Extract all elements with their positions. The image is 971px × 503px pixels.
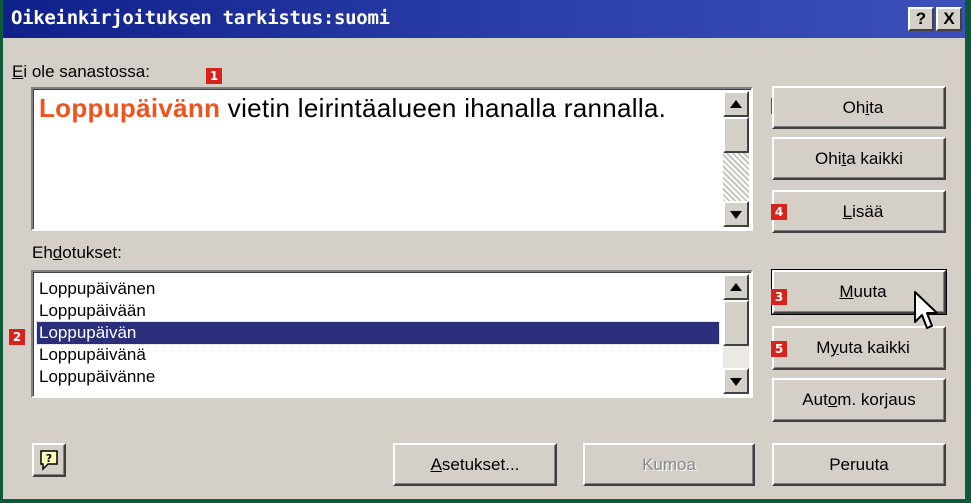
help-balloon-icon: ? bbox=[40, 450, 58, 471]
scroll-thumb[interactable] bbox=[723, 117, 749, 153]
suggestion-item-selected[interactable]: Loppupäivän bbox=[36, 321, 720, 345]
spelling-dialog: Oikeinkirjoituksen tarkistus:suomi ? X E… bbox=[0, 0, 971, 503]
suggestion-item[interactable]: Loppupäivänen bbox=[37, 278, 719, 300]
suggestions-label: Ehdotukset: bbox=[32, 243, 122, 262]
badge-1: 1 bbox=[206, 68, 222, 84]
mouse-pointer-icon bbox=[914, 291, 938, 329]
scroll-up-button[interactable] bbox=[723, 91, 749, 117]
sentence-text[interactable]: Loppupäivänn vietin leirintäalueen ihana… bbox=[39, 93, 719, 123]
arrow-down-icon bbox=[730, 378, 742, 386]
badge-2: 2 bbox=[9, 329, 25, 345]
title-bar[interactable]: Oikeinkirjoituksen tarkistus:suomi ? X bbox=[3, 0, 965, 38]
badge-5: 5 bbox=[771, 341, 787, 357]
misspelled-word: Loppupäivänn bbox=[39, 93, 221, 123]
scroll-up-button[interactable] bbox=[723, 274, 749, 300]
suggestion-item[interactable]: Loppupäivänä bbox=[37, 344, 719, 366]
scroll-thumb[interactable] bbox=[723, 300, 749, 346]
suggestion-item[interactable]: Loppupäivänne bbox=[37, 366, 719, 388]
badge-3: 3 bbox=[771, 289, 787, 305]
badge-4: 4 bbox=[771, 204, 787, 220]
not-in-dictionary-label: Ei ole sanastossa: bbox=[12, 62, 150, 81]
not-in-dictionary-textbox[interactable]: Loppupäivänn vietin leirintäalueen ihana… bbox=[31, 87, 753, 231]
svg-text:?: ? bbox=[46, 452, 52, 465]
ignore-button[interactable]: Ohita bbox=[772, 86, 946, 129]
window-title: Oikeinkirjoituksen tarkistus:suomi bbox=[11, 7, 390, 29]
arrow-up-icon bbox=[730, 100, 742, 108]
help-button[interactable]: ? bbox=[32, 443, 66, 477]
arrow-up-icon bbox=[730, 283, 742, 291]
suggestion-item[interactable]: Loppupäivään bbox=[37, 300, 719, 322]
undo-button[interactable]: Kumoa bbox=[583, 443, 755, 486]
scroll-down-button[interactable] bbox=[723, 368, 749, 394]
options-button[interactable]: Asetukset... bbox=[393, 443, 557, 486]
help-title-button[interactable]: ? bbox=[908, 7, 934, 31]
suggestions-list[interactable]: Loppupäivänen Loppupäivään Loppupäivän L… bbox=[31, 270, 753, 398]
arrow-down-icon bbox=[730, 211, 742, 219]
textbox-scrollbar[interactable] bbox=[723, 91, 749, 227]
autocorrect-button[interactable]: Autom. korjaus bbox=[772, 378, 946, 422]
cancel-button[interactable]: Peruuta bbox=[772, 443, 946, 486]
add-button[interactable]: Lisää bbox=[772, 190, 946, 233]
suggestions-scrollbar[interactable] bbox=[723, 274, 749, 394]
close-button[interactable]: X bbox=[936, 7, 962, 31]
ignore-all-button[interactable]: Ohita kaikki bbox=[772, 137, 946, 180]
scroll-down-button[interactable] bbox=[723, 201, 749, 227]
